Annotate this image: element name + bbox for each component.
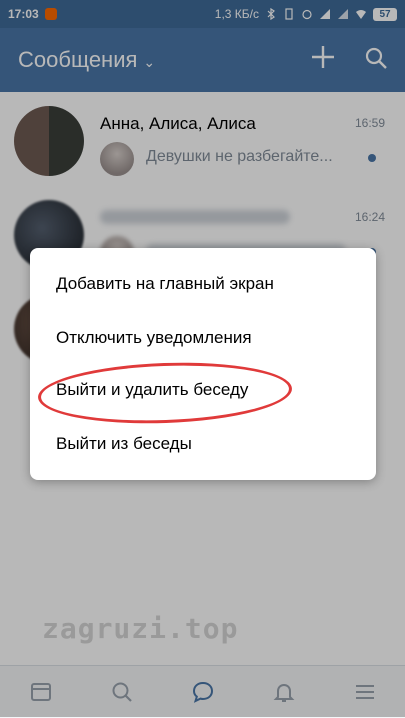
menu-item-add-to-home[interactable]: Добавить на главный экран bbox=[56, 272, 274, 296]
context-menu: Добавить на главный экран Отключить увед… bbox=[30, 248, 376, 480]
menu-item-mute-notifications[interactable]: Отключить уведомления bbox=[56, 326, 252, 350]
menu-item-leave-and-delete[interactable]: Выйти и удалить беседу bbox=[56, 378, 248, 402]
menu-item-leave-chat[interactable]: Выйти из беседы bbox=[56, 432, 192, 456]
